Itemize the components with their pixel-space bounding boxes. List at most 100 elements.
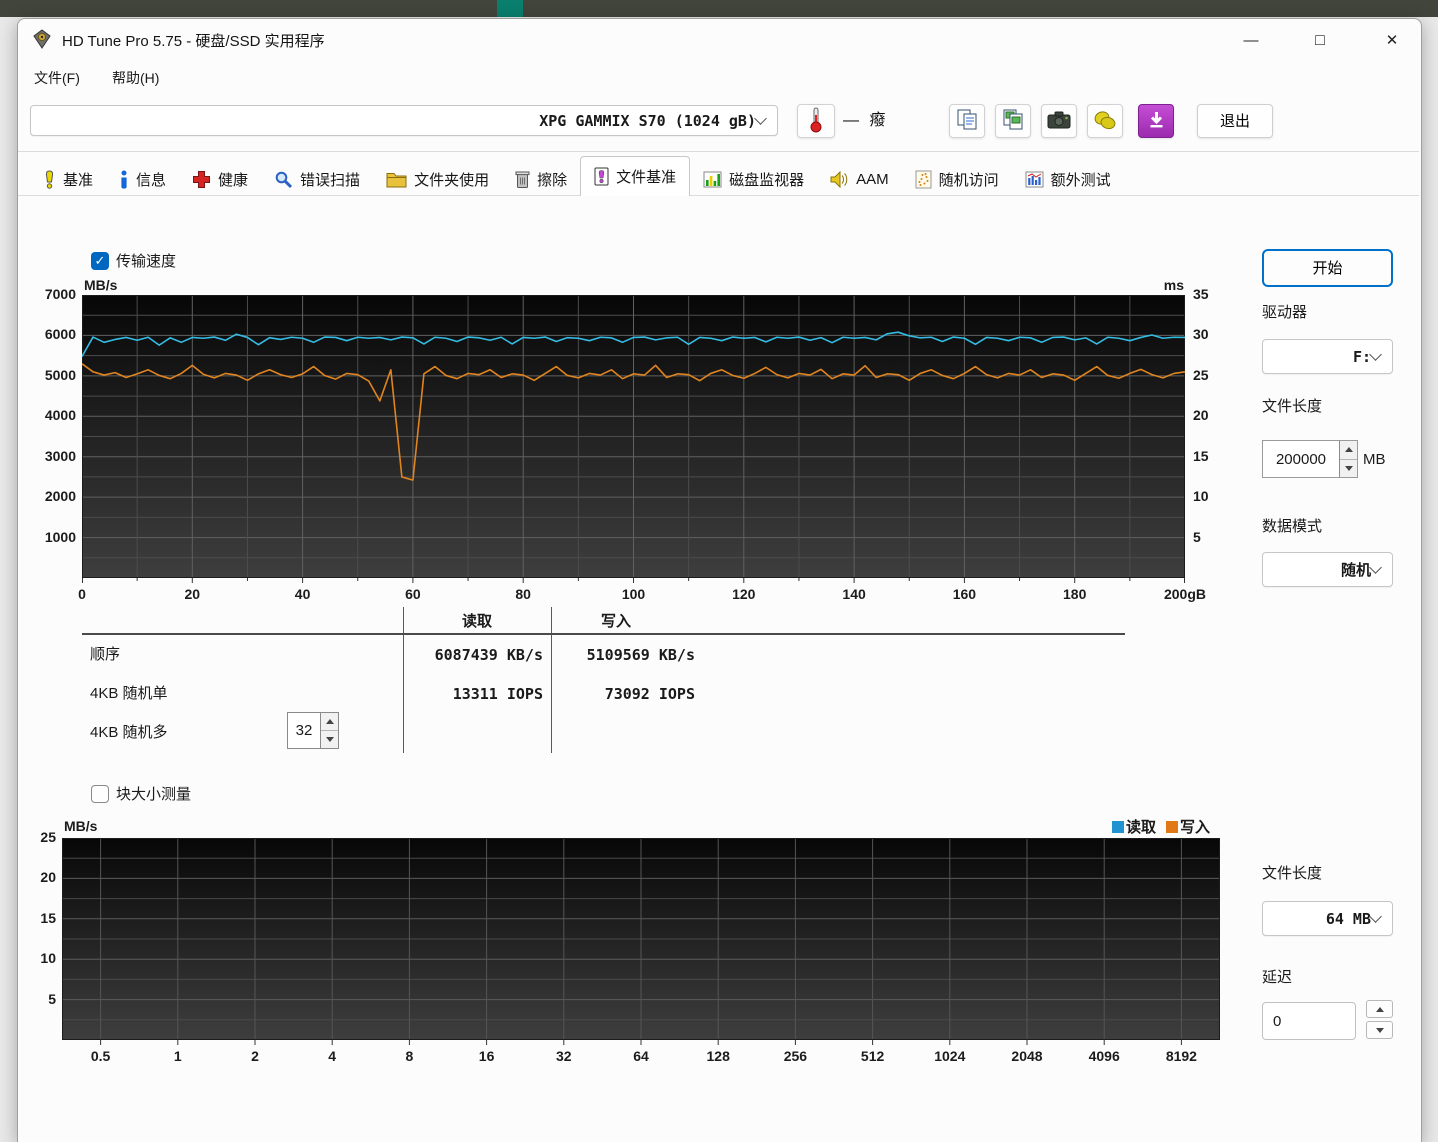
delay-input[interactable]: 0 <box>1262 1002 1356 1040</box>
queue-depth-value: 32 <box>288 713 320 748</box>
tab-aam[interactable]: AAM <box>817 162 902 196</box>
tab-error-scan[interactable]: 错误扫描 <box>261 162 373 196</box>
legend-read-label: 读取 <box>1126 816 1156 837</box>
info-icon <box>119 170 129 189</box>
start-button[interactable]: 开始 <box>1262 249 1393 287</box>
axis-tick-label: 80 <box>488 586 558 602</box>
help-hand-button[interactable] <box>1087 104 1123 138</box>
data-mode-label: 数据模式 <box>1262 515 1322 536</box>
tab-label: 文件夹使用 <box>414 169 489 190</box>
axis-tick-label: 20 <box>157 586 227 602</box>
minimize-button[interactable]: — <box>1227 25 1275 57</box>
file-length-spinner[interactable]: 200000 <box>1262 440 1358 478</box>
file-length2-combobox[interactable]: 64 MB <box>1262 901 1393 936</box>
tab-file-benchmark[interactable]: 文件基准 <box>580 156 690 196</box>
drive-combobox[interactable]: XPG GAMMIX S70 (1024 gB) <box>30 105 778 136</box>
trash-icon <box>515 170 530 189</box>
copy-image-button[interactable] <box>995 104 1031 138</box>
file-length-spin-buttons[interactable] <box>1339 441 1357 477</box>
speaker-icon <box>830 171 849 188</box>
axis-tick-label: 180 <box>1040 586 1110 602</box>
axis-tick-label: 2000 <box>28 488 76 504</box>
block-size-checkbox[interactable] <box>91 785 109 803</box>
tab-disk-monitor[interactable]: 磁盘监视器 <box>690 162 817 196</box>
chart1-ylabel-left: MB/s <box>84 277 117 293</box>
axis-tick-label: 20 <box>1193 407 1209 423</box>
delay-value: 0 <box>1273 1013 1281 1030</box>
axis-tick-label: 5 <box>1193 529 1201 545</box>
tab-extra-tests[interactable]: 额外测试 <box>1012 162 1124 196</box>
copy-image-icon <box>1002 108 1025 134</box>
axis-tick-label: 2 <box>225 1048 285 1064</box>
axis-tick-label: 30 <box>1193 326 1209 342</box>
axis-tick-label: 5000 <box>28 367 76 383</box>
spin-up-icon[interactable] <box>1340 441 1357 460</box>
delay-label: 延迟 <box>1262 966 1292 987</box>
health-icon <box>192 170 211 189</box>
chevron-down-icon <box>754 112 767 125</box>
temperature-button[interactable] <box>797 104 835 138</box>
screenshot-button[interactable] <box>1041 104 1077 138</box>
axis-tick-label: 200gB <box>1150 586 1220 602</box>
axis-tick-label: 160 <box>929 586 999 602</box>
write-column-header: 写入 <box>551 610 681 631</box>
axis-tick-label: 1024 <box>920 1048 980 1064</box>
tab-label: 错误扫描 <box>300 169 360 190</box>
axis-tick-label: 0 <box>47 586 117 602</box>
drive-letter-combobox[interactable]: F: <box>1262 339 1393 374</box>
exit-button[interactable]: 退出 <box>1197 104 1273 138</box>
data-mode-value: 随机 <box>1263 560 1371 580</box>
spin-down-icon[interactable] <box>1340 460 1357 478</box>
file-benchmark-icon <box>594 167 609 186</box>
exclamation-icon <box>43 170 56 189</box>
legend-write-label: 写入 <box>1180 816 1210 837</box>
tab-label: 健康 <box>218 169 248 190</box>
tab-label: 随机访问 <box>939 169 999 190</box>
transfer-speed-chart <box>82 295 1185 583</box>
row-label-4kb-multi: 4KB 随机多 <box>90 723 168 743</box>
axis-tick-label: 4 <box>302 1048 362 1064</box>
tab-health[interactable]: 健康 <box>179 162 261 196</box>
tab-erase[interactable]: 擦除 <box>502 162 580 196</box>
axis-tick-label: 6000 <box>28 326 76 342</box>
queue-depth-spinner[interactable]: 32 <box>287 712 339 749</box>
menu-file[interactable]: 文件(F) <box>28 65 86 91</box>
app-icon <box>32 29 52 49</box>
file-length-value: 200000 <box>1263 441 1339 477</box>
tab-random-access[interactable]: 随机访问 <box>902 162 1012 196</box>
save-button[interactable] <box>1138 104 1174 138</box>
data-mode-combobox[interactable]: 随机 <box>1262 552 1393 587</box>
maximize-button[interactable]: □ <box>1296 25 1344 57</box>
desktop-background <box>0 0 1438 17</box>
tab-folder-usage[interactable]: 文件夹使用 <box>373 162 502 196</box>
table-header-rule <box>82 633 1125 635</box>
axis-tick-label: 0.5 <box>71 1048 131 1064</box>
axis-tick-label: 20 <box>18 869 56 885</box>
axis-tick-label: 1 <box>148 1048 208 1064</box>
delay-spin-up-button[interactable] <box>1366 1000 1393 1018</box>
tab-label: 额外测试 <box>1051 169 1111 190</box>
tab-benchmark[interactable]: 基准 <box>30 162 106 196</box>
spin-down-icon[interactable] <box>321 731 338 748</box>
chart2-ylabel: MB/s <box>64 818 97 834</box>
menu-help[interactable]: 帮助(H) <box>106 65 165 91</box>
copy-text-button[interactable] <box>949 104 985 138</box>
transfer-speed-label: 传输速度 <box>116 252 176 271</box>
chevron-down-icon <box>1369 348 1382 361</box>
row-label-sequential: 顺序 <box>90 645 120 665</box>
tab-bar: 基准信息 健康 错误扫描 文件夹使用擦除文件基准 磁盘监视器 AAM 随机访问 额外测试 <box>30 156 1124 196</box>
tab-label: 磁盘监视器 <box>729 169 804 190</box>
spin-up-icon[interactable] <box>321 713 338 731</box>
transfer-speed-checkbox[interactable]: ✓ <box>91 252 109 270</box>
axis-tick-label: 40 <box>268 586 338 602</box>
copy-text-icon <box>956 108 979 134</box>
desktop-accent <box>497 0 523 17</box>
close-button[interactable]: ✕ <box>1368 25 1416 57</box>
delay-spin-down-button[interactable] <box>1366 1021 1393 1039</box>
tab-info[interactable]: 信息 <box>106 162 179 196</box>
axis-tick-label: 25 <box>18 829 56 845</box>
folder-icon <box>386 171 407 188</box>
queue-depth-spin-buttons[interactable] <box>320 713 338 748</box>
axis-tick-label: 128 <box>688 1048 748 1064</box>
axis-tick-label: 120 <box>709 586 779 602</box>
